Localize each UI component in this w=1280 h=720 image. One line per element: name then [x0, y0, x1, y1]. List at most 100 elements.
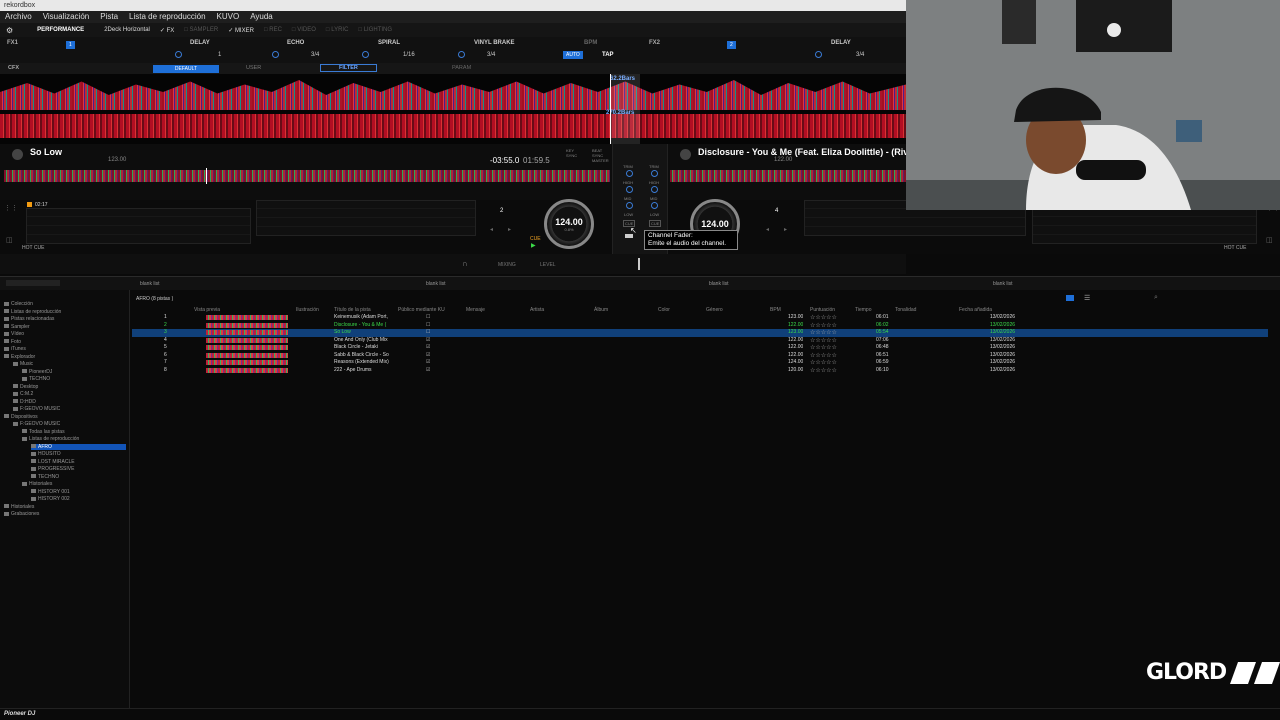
tree-item[interactable]: Historiales: [4, 504, 126, 510]
publish-checkbox[interactable]: ☐: [426, 314, 430, 320]
fx1-knob-2[interactable]: [272, 51, 279, 58]
cfx-user-tab[interactable]: USER: [246, 65, 261, 71]
fx1-effect-3[interactable]: SPIRAL: [378, 40, 400, 46]
menu-pista[interactable]: Pista: [100, 12, 118, 22]
crossfader[interactable]: [638, 258, 640, 270]
tree-item[interactable]: AFRO: [31, 443, 126, 450]
tree-item[interactable]: Music: [13, 361, 126, 367]
tree-item[interactable]: TECHNO: [22, 376, 126, 382]
fx1-effect-4[interactable]: VINYL BRAKE: [474, 40, 515, 46]
menu-kuvo[interactable]: KUVO: [217, 12, 240, 22]
fx1-tap-button[interactable]: TAP: [602, 52, 614, 58]
pane-2-label[interactable]: blank list: [426, 281, 445, 287]
fx1-beat-1[interactable]: 1: [218, 52, 221, 58]
tree-item[interactable]: F:GEOVO MUSIC: [13, 421, 126, 427]
publish-checkbox[interactable]: ☑: [426, 359, 430, 365]
table-row[interactable]: 1 Keinemusik (Adam Port, ☐ 123.00 ☆☆☆☆☆ 06:01…: [132, 314, 1268, 322]
tree-item[interactable]: PioneerDJ: [22, 369, 126, 375]
tree-item[interactable]: Foto: [4, 339, 126, 345]
deck2-overview-waveform[interactable]: [670, 170, 906, 182]
tree-item[interactable]: Historiales: [22, 481, 126, 487]
tree-item[interactable]: HISTORY 002: [31, 496, 126, 502]
table-row[interactable]: 2 Disclosure - You & Me (☐ 122.00 ☆☆☆☆☆ 06:0…: [132, 322, 1268, 330]
tree-item[interactable]: D:HDD: [13, 399, 126, 405]
fx1-effect-2[interactable]: ECHO: [287, 40, 304, 46]
publish-checkbox[interactable]: ☑: [426, 337, 430, 343]
high-knob-2[interactable]: [651, 186, 658, 193]
cfx-filter-button[interactable]: FILTER: [320, 64, 377, 72]
publish-checkbox[interactable]: ☐: [426, 322, 430, 328]
track-preview-waveform[interactable]: [206, 367, 288, 373]
tree-item[interactable]: Explorador: [4, 354, 126, 360]
deck1-jog-wheel[interactable]: 124.00 0.8%: [544, 199, 594, 249]
fx1-knob-3[interactable]: [362, 51, 369, 58]
fx2-channel-2[interactable]: 2: [727, 41, 736, 49]
pane-1-label[interactable]: blank list: [140, 281, 159, 287]
video-toggle[interactable]: □ VIDEO: [292, 27, 316, 33]
tree-item[interactable]: Desktop: [13, 384, 126, 390]
trim-knob-1[interactable]: [626, 170, 633, 177]
track-preview-waveform[interactable]: [206, 352, 288, 358]
tree-item[interactable]: Dispositivos: [4, 414, 126, 420]
table-row[interactable]: 3 So Low ☐ 123.00 ☆☆☆☆☆ 05:54 13/02/2026: [132, 329, 1268, 337]
tree-item[interactable]: TECHNO: [31, 474, 126, 480]
tree-item[interactable]: Sampler: [4, 324, 126, 330]
fx1-effect-1[interactable]: DELAY: [190, 40, 210, 46]
column-header[interactable]: Color: [658, 307, 670, 313]
publish-checkbox[interactable]: ☐: [426, 329, 430, 335]
deck2-memory-cue-list[interactable]: [1032, 208, 1257, 244]
deck1-loop-forward-icon[interactable]: ▸: [508, 226, 511, 233]
settings-gear-icon[interactable]: ⚙: [6, 26, 13, 35]
publish-checkbox[interactable]: ☑: [426, 352, 430, 358]
column-header[interactable]: Álbum: [594, 307, 608, 313]
table-row[interactable]: 8 222 - Ape Drums ☑ 120.00 ☆☆☆☆☆ 06:10 13/02/2…: [132, 367, 1268, 375]
fx2-effect-1[interactable]: DELAY: [831, 40, 851, 46]
menu-ayuda[interactable]: Ayuda: [250, 12, 273, 22]
publish-checkbox[interactable]: ☑: [426, 367, 430, 373]
lighting-toggle[interactable]: □ LIGHTING: [358, 27, 392, 33]
track-preview-waveform[interactable]: [206, 322, 288, 328]
fx1-knob-1[interactable]: [175, 51, 182, 58]
tree-item[interactable]: F:GEOVO MUSIC: [13, 406, 126, 412]
deck2-loop-forward-icon[interactable]: ▸: [784, 226, 787, 233]
mode-select[interactable]: PERFORMANCE: [37, 27, 84, 33]
track-preview-waveform[interactable]: [206, 360, 288, 365]
column-header[interactable]: Tiempo: [855, 307, 872, 313]
tree-item[interactable]: Listas de reproducción: [4, 309, 126, 315]
menu-archivo[interactable]: Archivo: [5, 12, 32, 22]
fx2-knob-1[interactable]: [815, 51, 822, 58]
detail-view-icon[interactable]: ☰: [1084, 294, 1090, 302]
tree-item[interactable]: iTunes: [4, 346, 126, 352]
deck2-hot-cue-label[interactable]: HOT CUE: [1224, 245, 1246, 251]
rec-toggle[interactable]: □ REC: [264, 27, 282, 33]
column-header[interactable]: Puntuación: [810, 307, 835, 313]
rating-stars[interactable]: ☆☆☆☆☆: [810, 329, 837, 336]
trim-knob-2[interactable]: [651, 170, 658, 177]
list-view-icon[interactable]: [1066, 295, 1074, 301]
column-header[interactable]: Vista previa: [194, 307, 220, 313]
search-icon[interactable]: ⌕: [1154, 294, 1158, 302]
tree-item[interactable]: Colección: [4, 301, 126, 307]
tree-item[interactable]: Pistas relacionadas: [4, 316, 126, 322]
column-header[interactable]: Tonalidad: [895, 307, 916, 313]
tree-item[interactable]: Todas las pistas: [22, 429, 126, 435]
fx1-auto-button[interactable]: AUTO: [563, 51, 583, 59]
mid-knob-2[interactable]: [651, 202, 658, 209]
pane-3-label[interactable]: blank list: [709, 281, 728, 287]
tree-item[interactable]: LOST MIRACLE: [31, 459, 126, 465]
table-row[interactable]: 4 One And Only (Club Mix ☑ 122.00 ☆☆☆☆☆ 07:06…: [132, 337, 1268, 345]
deck1-memory-cue-list[interactable]: [26, 208, 251, 244]
menu-visualizacion[interactable]: Visualización: [43, 12, 90, 22]
deck1-hot-cue-label[interactable]: HOT CUE: [22, 245, 44, 251]
deck1-play-icon[interactable]: ▶: [531, 242, 536, 249]
rating-stars[interactable]: ☆☆☆☆☆: [810, 367, 837, 374]
column-header[interactable]: Ilustración: [296, 307, 319, 313]
layout-select[interactable]: 2Deck Horizontal: [104, 27, 150, 33]
deck1-hot-cue-list[interactable]: [256, 200, 476, 236]
tree-item[interactable]: C:M.2: [13, 391, 126, 397]
publish-checkbox[interactable]: ☑: [426, 344, 430, 350]
tree-item[interactable]: PROGRESSIVE: [31, 466, 126, 472]
deck1-key-sync[interactable]: KEY SYNC: [566, 148, 580, 158]
column-header[interactable]: BPM: [770, 307, 781, 313]
column-header[interactable]: Título de la pista: [334, 307, 371, 313]
